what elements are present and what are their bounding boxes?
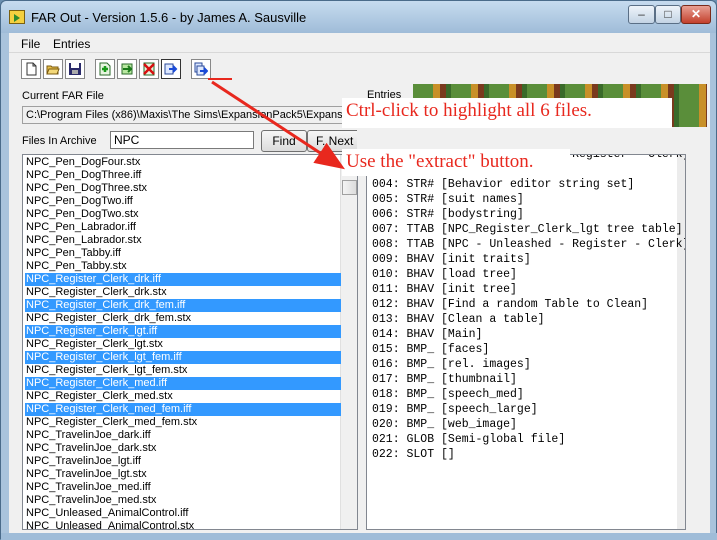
annotation-arrows	[208, 78, 346, 170]
arrow-to-extract	[211, 80, 346, 170]
